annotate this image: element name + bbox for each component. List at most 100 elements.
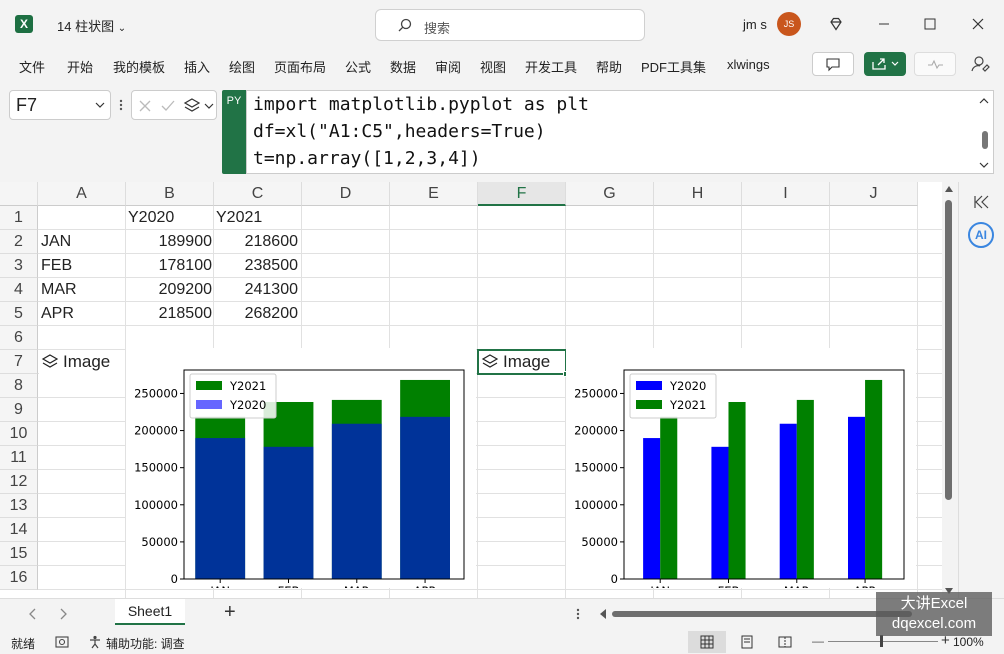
menu-my-templates[interactable]: 我的模板 xyxy=(113,57,165,76)
accessibility-icon[interactable] xyxy=(88,635,102,649)
cell-a5[interactable]: APR xyxy=(41,302,74,326)
column-header-g[interactable]: G xyxy=(566,182,654,206)
cell-a4[interactable]: MAR xyxy=(41,278,77,302)
page-break-view-icon[interactable] xyxy=(778,635,792,649)
menu-xlwings[interactable]: xlwings xyxy=(727,57,770,72)
name-box[interactable]: F7 xyxy=(9,90,111,120)
diamond-icon[interactable] xyxy=(824,12,848,36)
more-options-icon[interactable] xyxy=(119,98,123,112)
cell-b2[interactable]: 189900 xyxy=(126,230,212,254)
row-header-6[interactable]: 6 xyxy=(0,326,38,350)
sheet-tab-sheet1[interactable]: Sheet1 xyxy=(115,599,185,625)
menu-view[interactable]: 视图 xyxy=(480,57,506,76)
python-output-icon[interactable] xyxy=(183,97,201,115)
cancel-icon[interactable] xyxy=(138,99,152,113)
menu-help[interactable]: 帮助 xyxy=(596,57,622,76)
row-header-10[interactable]: 10 xyxy=(0,422,38,446)
maximize-icon[interactable] xyxy=(918,12,942,36)
menu-data[interactable]: 数据 xyxy=(390,57,416,76)
prev-sheet-icon[interactable] xyxy=(28,608,36,620)
vertical-scrollbar[interactable] xyxy=(942,182,956,598)
row-header-7[interactable]: 7 xyxy=(0,350,38,374)
zoom-out-button[interactable]: — xyxy=(812,634,824,648)
menu-page-layout[interactable]: 页面布局 xyxy=(274,57,326,76)
share-button[interactable] xyxy=(864,52,906,76)
column-header-a[interactable]: A xyxy=(38,182,126,206)
column-header-j[interactable]: J xyxy=(830,182,918,206)
menu-pdf-tools[interactable]: PDF工具集 xyxy=(641,57,706,76)
active-cell-f7[interactable] xyxy=(477,349,569,377)
row-header-8[interactable]: 8 xyxy=(0,374,38,398)
cell-b1[interactable]: Y2020 xyxy=(128,206,174,230)
chart-grouped[interactable]: 0 50000 100000 150000 200000 250000 JAN FEB MAR A… xyxy=(566,348,916,588)
horizontal-scroll-thumb[interactable] xyxy=(612,611,912,617)
spreadsheet-grid[interactable]: ABCDEFGHIJ 1 2 3 4 5 6 7 8 9 10 11 12 13 14 15 16 Y2020… xyxy=(0,182,942,598)
add-sheet-button[interactable]: + xyxy=(224,601,236,624)
scroll-up-icon[interactable] xyxy=(945,186,953,192)
cell-a2[interactable]: JAN xyxy=(41,230,71,254)
formula-editor[interactable]: import matplotlib.pyplot as plt df=xl("A… xyxy=(246,90,994,174)
cell-c2[interactable]: 218600 xyxy=(214,230,298,254)
row-header-11[interactable]: 11 xyxy=(0,446,38,470)
menu-file[interactable]: 文件 xyxy=(19,57,45,76)
normal-view-button[interactable] xyxy=(688,631,726,653)
cell-c1[interactable]: Y2021 xyxy=(216,206,262,230)
cell-c4[interactable]: 241300 xyxy=(214,278,298,302)
zoom-slider-thumb[interactable] xyxy=(880,635,883,647)
copilot-icon[interactable] xyxy=(968,52,992,76)
column-header-h[interactable]: H xyxy=(654,182,742,206)
accessibility-status[interactable]: 辅助功能: 调查 xyxy=(106,635,185,652)
close-icon[interactable] xyxy=(966,12,990,36)
cell-a3[interactable]: FEB xyxy=(41,254,72,278)
chevron-down-icon[interactable] xyxy=(204,102,214,110)
row-header-15[interactable]: 15 xyxy=(0,542,38,566)
row-header-12[interactable]: 12 xyxy=(0,470,38,494)
cell-c5[interactable]: 268200 xyxy=(214,302,298,326)
column-header-c[interactable]: C xyxy=(214,182,302,206)
row-header-3[interactable]: 3 xyxy=(0,254,38,278)
column-header-e[interactable]: E xyxy=(390,182,478,206)
formula-scrollbar[interactable] xyxy=(982,131,988,149)
macro-record-icon[interactable] xyxy=(55,635,71,649)
check-icon[interactable] xyxy=(160,99,176,113)
menu-home[interactable]: 开始 xyxy=(67,57,93,76)
column-header-b[interactable]: B xyxy=(126,182,214,206)
row-header-9[interactable]: 9 xyxy=(0,398,38,422)
catch-up-button[interactable] xyxy=(914,52,956,76)
row-header-1[interactable]: 1 xyxy=(0,206,38,230)
menu-insert[interactable]: 插入 xyxy=(184,57,210,76)
vertical-scroll-thumb[interactable] xyxy=(945,200,952,500)
row-header-14[interactable]: 14 xyxy=(0,518,38,542)
menu-formulas[interactable]: 公式 xyxy=(345,57,371,76)
page-layout-view-icon[interactable] xyxy=(740,635,754,649)
cell-c3[interactable]: 238500 xyxy=(214,254,298,278)
minimize-icon[interactable] xyxy=(872,12,896,36)
row-header-16[interactable]: 16 xyxy=(0,566,38,590)
column-header-i[interactable]: I xyxy=(742,182,830,206)
menu-draw[interactable]: 绘图 xyxy=(229,57,255,76)
row-header-5[interactable]: 5 xyxy=(0,302,38,326)
menu-developer[interactable]: 开发工具 xyxy=(525,57,577,76)
more-options-icon[interactable] xyxy=(576,607,580,621)
collapse-pane-icon[interactable] xyxy=(973,194,991,210)
select-all-corner[interactable] xyxy=(0,182,38,206)
document-title[interactable]: 14 柱状图 ⌄ xyxy=(57,16,126,35)
row-header-13[interactable]: 13 xyxy=(0,494,38,518)
menu-review[interactable]: 审阅 xyxy=(435,57,461,76)
chart-overlaid[interactable]: 0 50000 100000 150000 200000 250000 JAN FEB MAR A… xyxy=(126,348,476,588)
row-header-4[interactable]: 4 xyxy=(0,278,38,302)
cell-a7-image[interactable]: Image xyxy=(39,350,125,374)
column-header-d[interactable]: D xyxy=(302,182,390,206)
row-header-2[interactable]: 2 xyxy=(0,230,38,254)
avatar[interactable]: JS xyxy=(777,12,801,36)
column-header-f[interactable]: F xyxy=(478,182,566,206)
scroll-left-icon[interactable] xyxy=(598,609,606,619)
chevron-up-icon[interactable] xyxy=(979,97,989,105)
zoom-level[interactable]: 100% xyxy=(953,635,984,649)
search-input[interactable]: 搜索 xyxy=(375,9,645,41)
chevron-down-icon[interactable] xyxy=(979,161,989,169)
cell-b3[interactable]: 178100 xyxy=(126,254,212,278)
cell-b5[interactable]: 218500 xyxy=(126,302,212,326)
next-sheet-icon[interactable] xyxy=(60,608,68,620)
ai-assistant-icon[interactable]: AI xyxy=(968,222,994,248)
